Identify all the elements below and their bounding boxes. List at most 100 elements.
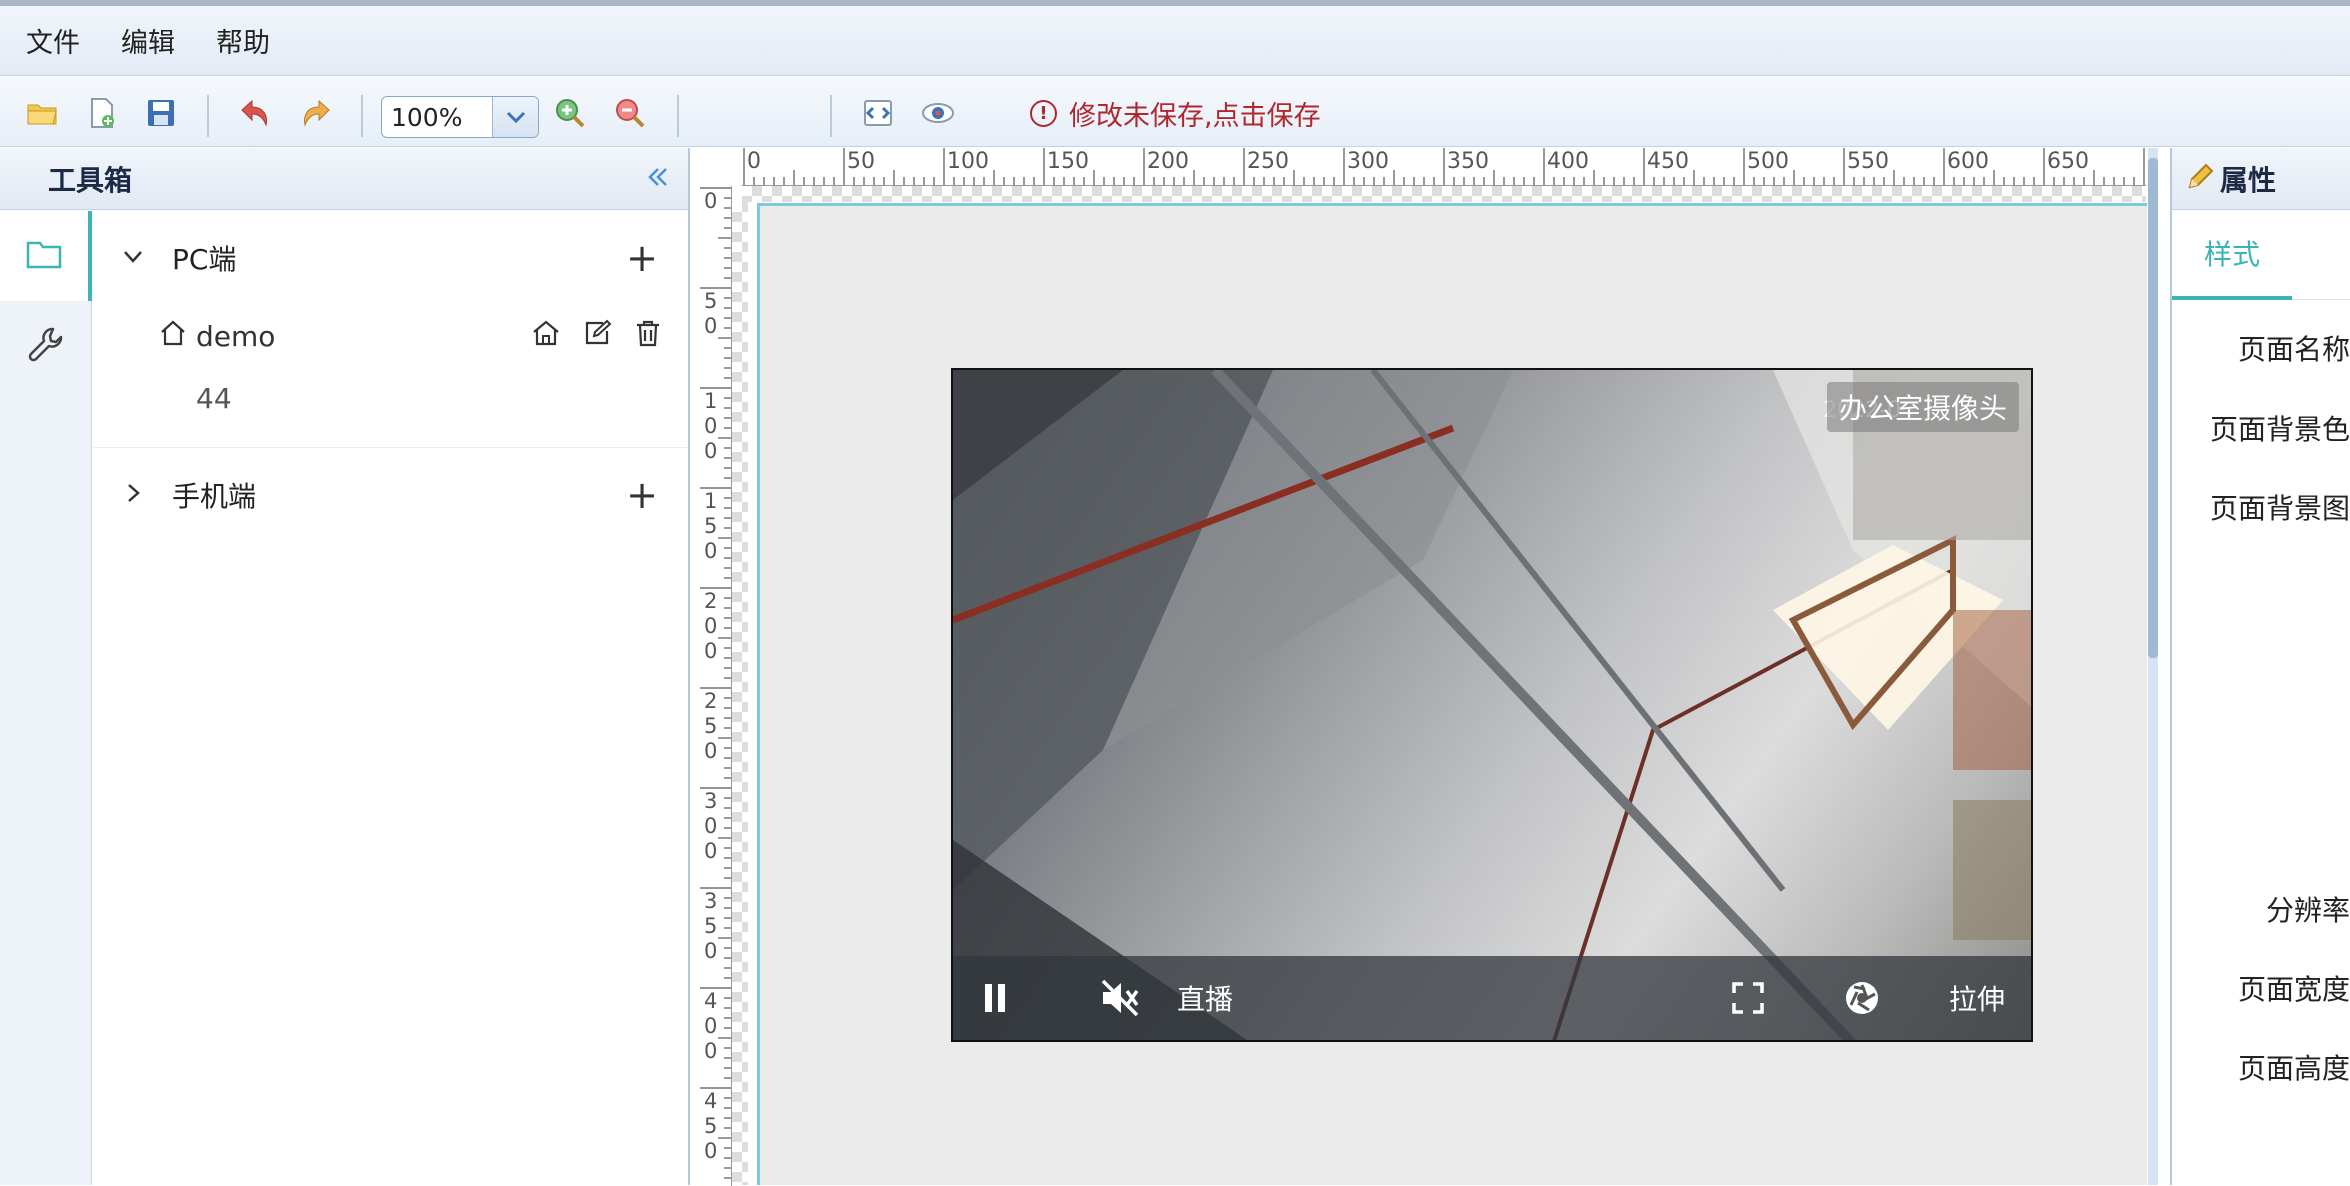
edit-icon[interactable] <box>583 319 613 351</box>
ruler-h-label: 400 <box>1547 149 1589 174</box>
delete-trash-icon[interactable] <box>635 319 661 351</box>
ruler-v-label: 5 <box>704 289 717 313</box>
horizontal-ruler-ticks: 0501001502002503003504004505005506006507 <box>743 148 2145 185</box>
tree-node-pc-label: PC端 <box>172 243 237 276</box>
vertical-ruler: 050100150200250300350400450 <box>700 186 732 1186</box>
zoom-out-icon[interactable] <box>612 95 648 131</box>
ruler-v-label: 5 <box>704 714 717 738</box>
chevron-right-icon[interactable] <box>127 483 141 507</box>
ruler-h-label: 200 <box>1147 149 1189 174</box>
ruler-v-label: 0 <box>704 639 717 663</box>
prop-page-name-label: 页面名称 <box>2237 333 2350 366</box>
toolbox-panel: 工具箱 PC端 + demo 44 手机端 + <box>0 148 690 1185</box>
ruler-v-label: 0 <box>704 539 717 563</box>
ruler-v-label: 0 <box>704 1139 717 1163</box>
new-file-icon[interactable] <box>84 95 120 131</box>
chevron-down-icon[interactable] <box>123 249 143 268</box>
ruler-h-label: 600 <box>1947 149 1989 174</box>
open-folder-icon[interactable] <box>24 95 60 131</box>
unsaved-warning[interactable]: ! 修改未保存,点击保存 <box>1030 94 1321 133</box>
tree-item-44[interactable]: 44 <box>93 367 688 429</box>
ruler-h-label: 100 <box>947 149 989 174</box>
ruler-v-label: 0 <box>704 439 717 463</box>
ruler-h-label: 500 <box>1747 149 1789 174</box>
properties-header: 属性 <box>2172 148 2350 210</box>
ruler-v-label: 0 <box>704 189 717 213</box>
transparent-checker-left <box>732 202 748 1185</box>
properties-title: 属性 <box>2220 163 2277 197</box>
ruler-v-label: 2 <box>704 589 717 613</box>
menu-file[interactable]: 文件 <box>12 21 107 60</box>
zoom-value: 100% <box>391 102 463 132</box>
stretch-label[interactable]: 拉伸 <box>1949 976 2005 1020</box>
preview-eye-icon[interactable] <box>920 95 956 131</box>
toolbox-title: 工具箱 <box>48 163 133 197</box>
snapshot-camera-icon[interactable] <box>1843 976 1881 1020</box>
toolbox-header: 工具箱 <box>0 148 688 210</box>
add-mobile-page-plus-icon[interactable]: + <box>626 476 658 514</box>
mute-volume-icon[interactable] <box>1099 976 1141 1020</box>
prop-page-width-label: 页面宽度 <box>2237 973 2350 1006</box>
pause-icon[interactable] <box>981 976 1009 1020</box>
redo-icon[interactable] <box>298 95 334 131</box>
ruler-v-label: 5 <box>704 1114 717 1138</box>
ruler-v-label: 0 <box>704 739 717 763</box>
save-icon[interactable] <box>143 95 179 131</box>
horizontal-ruler: 0501001502002503003504004505005506006507 <box>742 148 2146 186</box>
tree-node-pc[interactable]: PC端 + <box>93 211 688 305</box>
menu-edit[interactable]: 编辑 <box>107 21 202 60</box>
add-pc-page-plus-icon[interactable]: + <box>626 239 658 277</box>
tree-item-demo-label: demo <box>196 319 276 353</box>
ruler-v-label: 1 <box>704 389 717 413</box>
ruler-h-label: 350 <box>1447 149 1489 174</box>
ruler-v-label: 0 <box>704 614 717 638</box>
vertical-scrollbar-thumb[interactable] <box>2148 158 2158 658</box>
ruler-v-label: 0 <box>704 414 717 438</box>
zoom-in-icon[interactable] <box>552 95 588 131</box>
tree-node-mobile-label: 手机端 <box>172 480 257 513</box>
ruler-v-label: 0 <box>704 1014 717 1038</box>
ruler-h-label: 150 <box>1047 149 1089 174</box>
camera-feed-image <box>953 370 2031 1040</box>
ruler-h-label: 450 <box>1647 149 1689 174</box>
collapse-double-chevron-icon[interactable] <box>646 166 670 192</box>
menu-bar: 文件 编辑 帮助 <box>0 6 2350 76</box>
properties-tabs: 样式 <box>2172 210 2350 300</box>
warning-icon: ! <box>1030 100 1057 127</box>
ruler-v-label: 5 <box>704 914 717 938</box>
tab-style[interactable]: 样式 <box>2172 210 2292 300</box>
tools-tab[interactable] <box>0 301 92 391</box>
unsaved-warning-text: 修改未保存,点击保存 <box>1069 101 1321 132</box>
ruler-v-label: 3 <box>704 889 717 913</box>
prop-resolution-label: 分辨率 <box>2265 894 2350 927</box>
ruler-v-label: 5 <box>704 514 717 538</box>
ruler-v-label: 4 <box>704 989 717 1013</box>
folder-icon <box>25 238 63 274</box>
toolbar: 100% ! 修改未保存,点击保存 <box>0 77 2350 147</box>
pages-tab[interactable] <box>0 211 92 301</box>
ruler-v-label: 1 <box>704 489 717 513</box>
ruler-h-label: 50 <box>847 149 875 174</box>
ruler-v-label: 4 <box>704 1089 717 1113</box>
ruler-v-label: 0 <box>704 939 717 963</box>
chevron-down-icon[interactable] <box>492 97 538 137</box>
camera-video-component[interactable]: 2022-0 办公室摄像头 直播 拉伸 <box>951 368 2033 1042</box>
zoom-select[interactable]: 100% <box>381 96 539 138</box>
video-control-bar: 直播 拉伸 <box>953 956 2031 1040</box>
ruler-v-label: 0 <box>704 314 717 338</box>
menu-help[interactable]: 帮助 <box>202 21 297 60</box>
undo-icon[interactable] <box>237 95 273 131</box>
pencil-icon <box>2186 163 2214 195</box>
ruler-v-label: 0 <box>704 814 717 838</box>
video-camera-title: 办公室摄像头 <box>1826 382 2019 432</box>
ruler-h-label: 250 <box>1247 149 1289 174</box>
tree-item-44-label: 44 <box>196 381 232 415</box>
code-view-icon[interactable] <box>860 95 896 131</box>
tree-item-demo[interactable]: demo <box>93 305 688 367</box>
set-home-icon[interactable] <box>531 319 561 351</box>
fullscreen-icon[interactable] <box>1731 976 1765 1020</box>
prop-page-bgcolor-label: 页面背景色 <box>2209 413 2350 446</box>
ruler-h-label: 0 <box>747 149 761 174</box>
tree-node-mobile[interactable]: 手机端 + <box>93 448 688 542</box>
live-label[interactable]: 直播 <box>1177 976 1233 1020</box>
